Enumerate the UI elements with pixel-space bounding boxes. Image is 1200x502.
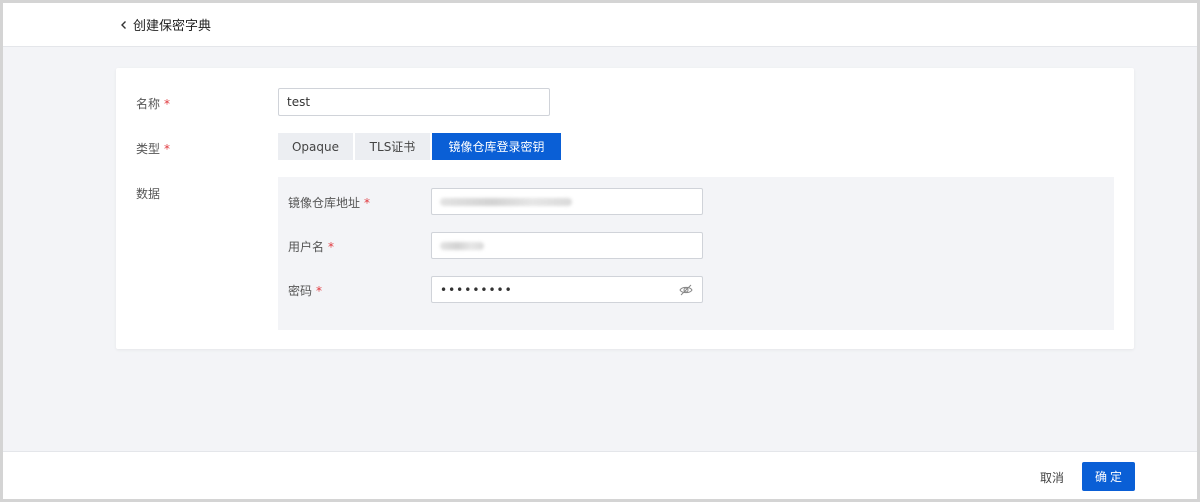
name-label: 名称 * <box>136 95 170 112</box>
eye-off-icon[interactable] <box>678 282 694 298</box>
cancel-button[interactable]: 取消 <box>1040 464 1064 491</box>
name-input[interactable] <box>278 88 550 116</box>
obscured-value <box>440 241 484 250</box>
username-label-text: 用户名 <box>288 240 325 254</box>
back-button[interactable]: 创建保密字典 <box>117 15 211 34</box>
type-label-text: 类型 <box>136 142 161 156</box>
chevron-left-icon[interactable] <box>117 18 131 32</box>
data-panel: 镜像仓库地址 * 用户名 * 密码 * ••••••••• <box>278 177 1114 330</box>
username-label: 用户名 * <box>288 238 334 255</box>
password-label-text: 密码 <box>288 284 313 298</box>
registry-input[interactable] <box>431 188 703 215</box>
required-mark: * <box>316 284 323 298</box>
required-mark: * <box>328 240 335 254</box>
registry-label-text: 镜像仓库地址 <box>288 196 361 210</box>
password-value: ••••••••• <box>440 282 513 297</box>
required-mark: * <box>364 196 371 210</box>
password-input[interactable]: ••••••••• <box>431 276 703 303</box>
data-label: 数据 <box>136 187 161 201</box>
app-frame: 创建保密字典 名称* 类型* Opaque TLS证书 镜像仓库登录密钥 数据 … <box>0 0 1200 502</box>
confirm-button[interactable]: 确定 <box>1082 462 1135 491</box>
registry-label: 镜像仓库地址 * <box>288 194 370 211</box>
type-segmented-control: Opaque TLS证书 镜像仓库登录密钥 <box>278 133 561 160</box>
page-header: 创建保密字典 <box>3 3 1197 47</box>
required-mark: * <box>164 142 171 156</box>
footer-bar: 取消 确定 <box>3 451 1197 499</box>
page-title: 创建保密字典 <box>133 19 212 34</box>
type-option-tls[interactable]: TLS证书 <box>355 133 430 160</box>
username-input[interactable] <box>431 232 703 259</box>
name-label-text: 名称 <box>136 97 161 111</box>
type-option-registry[interactable]: 镜像仓库登录密钥 <box>432 133 561 160</box>
form-card: 名称* 类型* Opaque TLS证书 镜像仓库登录密钥 数据 镜像仓库地址*… <box>116 68 1134 349</box>
obscured-value <box>440 197 572 206</box>
type-label: 类型 * <box>136 140 170 157</box>
type-option-opaque[interactable]: Opaque <box>278 133 353 160</box>
required-mark: * <box>164 97 171 111</box>
password-label: 密码 * <box>288 282 322 299</box>
